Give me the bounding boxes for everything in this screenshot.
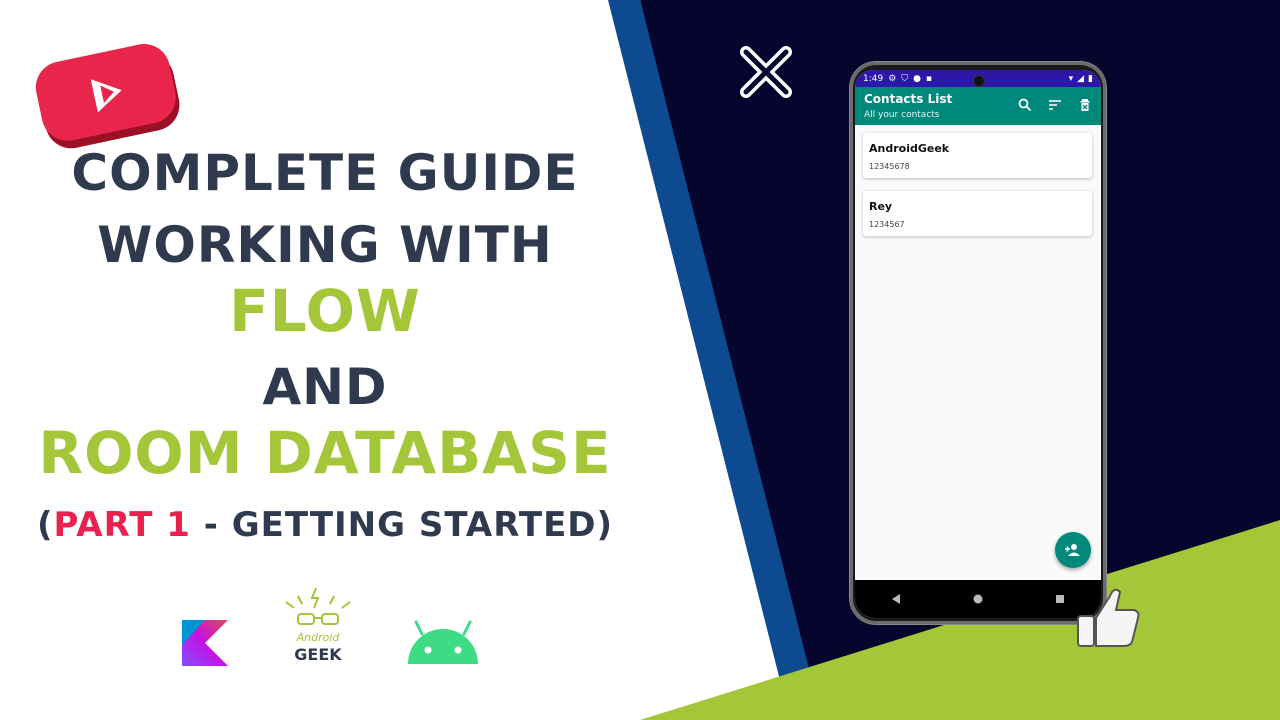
battery-icon: ▮ — [1088, 73, 1093, 84]
wifi-icon: ▾ — [1068, 73, 1074, 84]
subtitle-part: Part 1 — [53, 505, 191, 545]
mic-icon: ● — [913, 73, 921, 84]
back-icon[interactable] — [890, 593, 902, 605]
subtitle-rest: - Getting Started) — [190, 505, 614, 545]
camera-hole — [973, 75, 985, 87]
shield-icon: ⛉ — [901, 73, 909, 84]
add-contact-icon — [1065, 544, 1080, 556]
close-icon — [740, 46, 792, 98]
app-bar: Contacts List All your contacts — [855, 87, 1101, 125]
subtitle-open-paren: ( — [36, 505, 54, 545]
ag-logo-bottom: GEEK — [294, 645, 342, 664]
delete-all-icon[interactable] — [1077, 97, 1093, 113]
contact-phone: 12345678 — [869, 162, 910, 171]
signal-icon: ◢ — [1077, 73, 1085, 84]
android-logo — [408, 620, 478, 664]
thumbs-up-icon — [1077, 588, 1140, 647]
list-item[interactable]: Rey 1234567 — [863, 191, 1092, 236]
list-item[interactable]: AndroidGeek 12345678 — [863, 133, 1092, 178]
contacts-list: AndroidGeek 12345678 Rey 1234567 — [855, 125, 1101, 236]
contact-name: Rey — [869, 200, 893, 213]
sd-icon: ▪ — [925, 73, 933, 84]
home-icon[interactable] — [972, 593, 984, 605]
androidgeek-logo: Android GEEK — [285, 587, 351, 664]
contact-phone: 1234567 — [869, 220, 905, 229]
app-subtitle: All your contacts — [864, 110, 940, 120]
title-line-4: and — [262, 358, 388, 416]
youtube-logo — [35, 44, 180, 149]
recents-icon[interactable] — [1054, 593, 1066, 605]
title-line-3: Flow — [229, 277, 421, 345]
title-subtitle: (Part 1 - Getting Started) — [0, 508, 650, 542]
add-contact-button[interactable] — [1055, 532, 1091, 568]
app-title: Contacts List — [864, 92, 953, 106]
phone-screen: 1:49 ⚙ ⛉ ● ▪ ▾ ◢ ▮ Contacts List All you… — [855, 70, 1101, 618]
search-icon[interactable] — [1017, 97, 1033, 113]
title-line-2: Working with — [97, 216, 553, 274]
title-line-1: Complete Guide — [71, 144, 579, 202]
contact-name: AndroidGeek — [869, 142, 950, 155]
nav-bar — [855, 580, 1101, 618]
status-time: 1:49 — [863, 73, 884, 84]
sort-icon[interactable] — [1047, 97, 1063, 113]
title-line-5: Room Database — [38, 419, 612, 487]
settings-icon: ⚙ — [888, 73, 897, 84]
kotlin-logo — [182, 620, 228, 666]
ag-logo-top: Android — [296, 631, 341, 644]
